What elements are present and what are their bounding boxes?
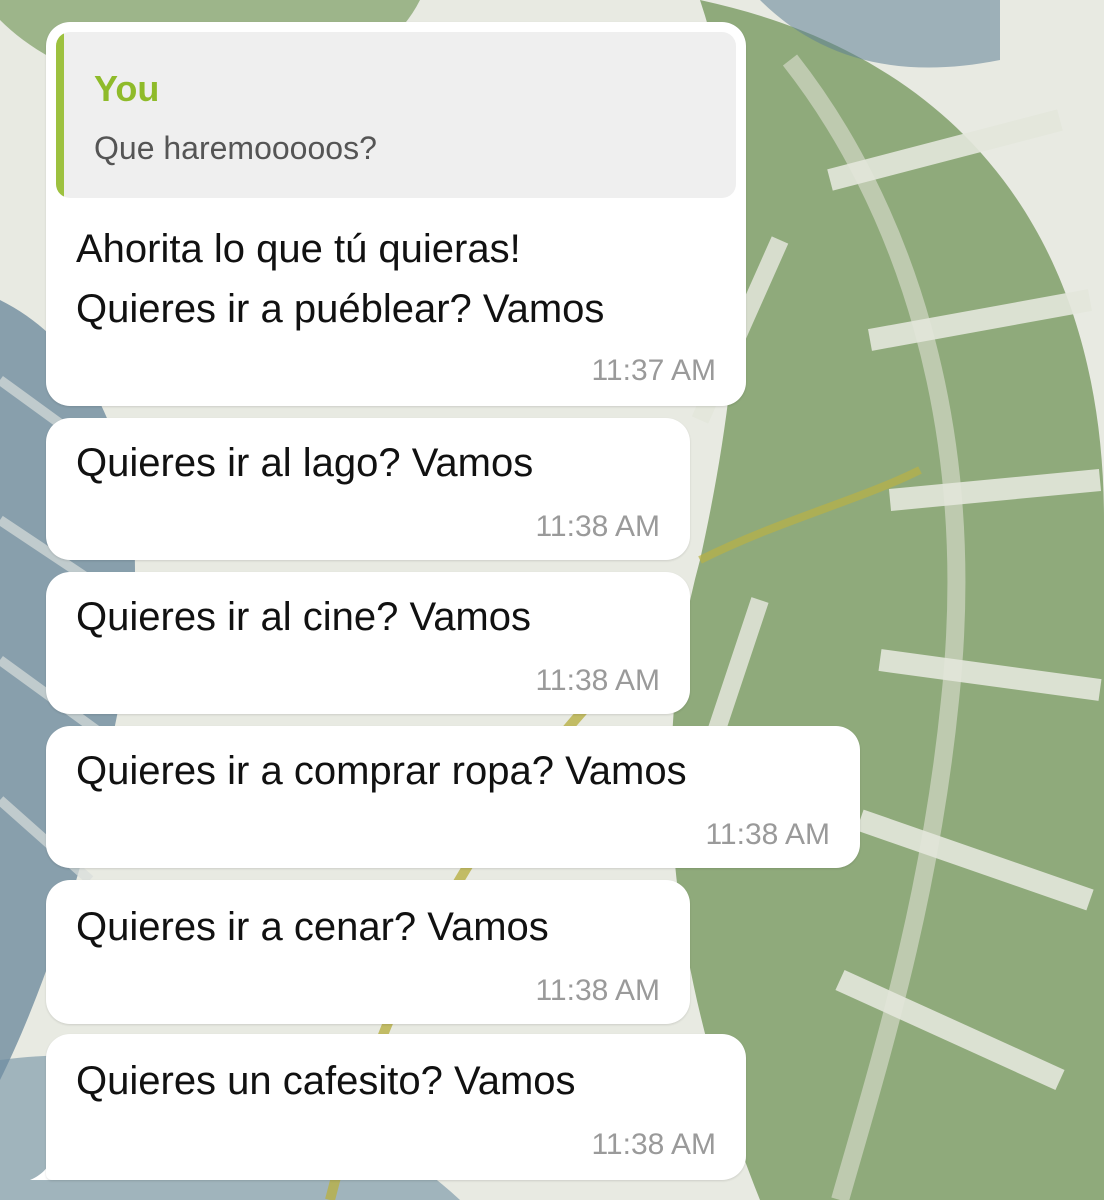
message-text-line: Quieres ir a comprar ropa? Vamos bbox=[76, 749, 687, 793]
message-text-line: Quieres ir al cine? Vamos bbox=[76, 595, 531, 639]
message-bubble[interactable]: You Que haremoooоos? Ahorita lo que tú q… bbox=[46, 22, 746, 406]
message-text-line: Ahorita lo que tú quieras! bbox=[76, 227, 521, 271]
message-bubble[interactable]: Quieres ir al cine? Vamos 11:38 AM bbox=[46, 572, 690, 714]
message-timestamp: 11:38 AM bbox=[591, 1128, 716, 1161]
message-text-line: Quieres ir a puéblear? Vamos bbox=[76, 287, 605, 331]
message-bubble[interactable]: Quieres ir a cenar? Vamos 11:38 AM bbox=[46, 880, 690, 1024]
message-text-line: Quieres ir a cenar? Vamos bbox=[76, 905, 549, 949]
message-timestamp: 11:38 AM bbox=[535, 974, 660, 1007]
reply-preview[interactable]: You Que haremoooоos? bbox=[56, 32, 736, 198]
message-bubble[interactable]: Quieres ir al lago? Vamos 11:38 AM bbox=[46, 418, 690, 560]
message-timestamp: 11:38 AM bbox=[535, 510, 660, 543]
message-text-line: Quieres ir al lago? Vamos bbox=[76, 441, 534, 485]
message-timestamp: 11:38 AM bbox=[535, 664, 660, 697]
message-timestamp: 11:38 AM bbox=[705, 818, 830, 851]
reply-text: Que haremoooоos? bbox=[94, 130, 377, 166]
message-timestamp: 11:37 AM bbox=[591, 354, 716, 387]
reply-author: You bbox=[94, 68, 160, 109]
message-bubble[interactable]: Quieres un cafesito? Vamos 11:38 AM bbox=[46, 1034, 746, 1180]
message-text-line: Quieres un cafesito? Vamos bbox=[76, 1059, 576, 1103]
message-list: You Que haremoooоos? Ahorita lo que tú q… bbox=[0, 0, 1104, 1200]
reply-accent-bar bbox=[56, 32, 64, 198]
message-bubble[interactable]: Quieres ir a comprar ropa? Vamos 11:38 A… bbox=[46, 726, 860, 868]
